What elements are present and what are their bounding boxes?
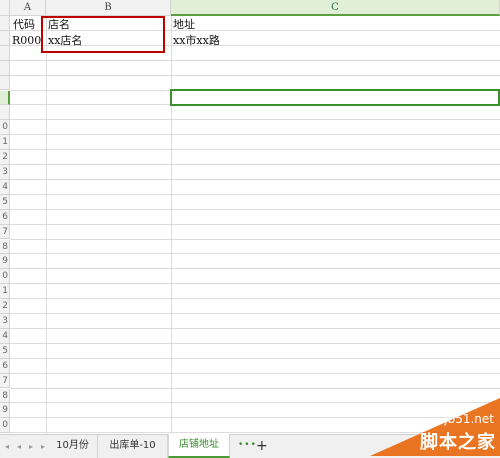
grid-line-horizontal (10, 283, 500, 285)
cell-a2[interactable]: R000 (12, 33, 41, 48)
row-header[interactable]: 2 (0, 299, 10, 314)
highlight-box (41, 16, 165, 53)
grid-line-horizontal (10, 193, 500, 195)
row-header[interactable]: 0 (0, 269, 10, 285)
grid-line-horizontal (10, 298, 500, 300)
row-header[interactable]: 8 (0, 239, 10, 255)
row-header[interactable]: 1 (0, 284, 10, 300)
row-header-label: 0 (2, 271, 8, 282)
select-all-corner[interactable] (0, 0, 10, 16)
row-header[interactable] (0, 30, 10, 46)
row-header-label: 9 (2, 405, 8, 416)
row-header-label: 3 (2, 316, 8, 326)
row-header[interactable]: 6 (0, 209, 10, 225)
row-header-label: 4 (2, 181, 8, 192)
grid-line-horizontal (10, 178, 500, 180)
row-header-label: 0 (2, 420, 8, 431)
row-header[interactable]: 9 (0, 403, 10, 419)
row-header[interactable]: 1 (0, 135, 10, 151)
grid-line-vertical (46, 16, 47, 434)
spreadsheet-grid[interactable]: A B C 012345678901234567890 代码 店名 地址 R00… (0, 0, 500, 434)
row-header[interactable]: 5 (0, 343, 10, 359)
grid-line-horizontal (10, 387, 500, 389)
grid-line-vertical (171, 16, 172, 434)
grid-line-horizontal (10, 149, 500, 151)
tab-chukudan[interactable]: 出库单-10 (98, 435, 168, 458)
row-header[interactable]: 8 (0, 388, 10, 404)
more-sheets-icon[interactable]: ••• (238, 440, 257, 450)
row-header[interactable]: 2 (0, 150, 10, 165)
row-header-label: 6 (2, 360, 8, 371)
row-header-label: 0 (2, 122, 8, 133)
row-header[interactable]: 7 (0, 373, 10, 389)
row-header[interactable]: 3 (0, 165, 10, 180)
row-header[interactable]: 3 (0, 314, 10, 329)
row-header-label: 5 (2, 196, 8, 207)
grid-line-horizontal (10, 74, 500, 76)
row-header[interactable] (0, 90, 10, 106)
row-header[interactable]: 4 (0, 328, 10, 344)
row-header[interactable]: 5 (0, 194, 10, 210)
grid-line-horizontal (10, 342, 500, 344)
prev-sheet-arrow-icon[interactable]: ◂ (14, 441, 24, 453)
row-header-label: 4 (2, 330, 8, 341)
grid-line-horizontal (10, 253, 500, 255)
first-sheet-arrow-icon[interactable]: ◂ (2, 441, 12, 453)
grid-line-horizontal (10, 327, 500, 329)
row-header[interactable]: 6 (0, 358, 10, 374)
row-header[interactable] (0, 75, 10, 91)
row-header-label: 2 (2, 152, 8, 163)
row-header-label: 8 (2, 390, 8, 401)
last-sheet-arrow-icon[interactable]: ▸ (38, 441, 48, 453)
column-header-c[interactable]: C (171, 0, 500, 16)
grid-line-horizontal (10, 357, 500, 359)
cell-c1[interactable]: 地址 (173, 17, 195, 32)
grid-line-horizontal (10, 238, 500, 240)
grid-line-horizontal (10, 223, 500, 225)
row-header-label: 2 (2, 301, 8, 312)
cell-a1[interactable]: 代码 (13, 17, 35, 32)
add-sheet-button[interactable]: + (256, 437, 268, 455)
grid-line-horizontal (10, 119, 500, 121)
row-header-label: 9 (2, 256, 8, 267)
row-header[interactable] (0, 60, 10, 76)
tab-dianpu-dizhi[interactable]: 店铺地址 (168, 434, 230, 458)
grid-line-horizontal (10, 208, 500, 210)
row-header-label: 7 (2, 226, 8, 237)
row-header-label: 5 (2, 345, 8, 356)
grid-line-horizontal (10, 164, 500, 165)
row-header-label: 6 (2, 211, 8, 222)
grid-line-horizontal (10, 59, 500, 61)
row-header[interactable]: 7 (0, 224, 10, 240)
row-header[interactable]: 9 (0, 254, 10, 270)
grid-line-horizontal (10, 372, 500, 374)
cell-c2[interactable]: xx市xx路 (173, 33, 220, 48)
row-header[interactable]: 0 (0, 120, 10, 136)
grid-line-horizontal (10, 268, 500, 270)
watermark-domain: jb51.net (444, 412, 494, 426)
column-header-b[interactable]: B (46, 0, 171, 16)
row-header-label: 1 (2, 137, 8, 148)
grid-line-horizontal (10, 134, 500, 136)
row-header-label: 1 (2, 286, 8, 297)
row-header-label: 7 (2, 375, 8, 386)
row-header[interactable] (0, 16, 10, 31)
watermark-logo: jb51.net 脚本之家 (370, 398, 500, 458)
active-cell-selection[interactable] (170, 89, 500, 106)
tab-10yuefen[interactable]: 10月份 (48, 435, 98, 458)
watermark-name: 脚本之家 (420, 432, 496, 453)
row-header[interactable] (0, 45, 10, 61)
column-header-a[interactable]: A (10, 0, 46, 16)
row-header-label: 3 (2, 167, 8, 177)
grid-line-horizontal (10, 313, 500, 314)
next-sheet-arrow-icon[interactable]: ▸ (26, 441, 36, 453)
row-header[interactable] (0, 105, 10, 121)
row-header[interactable]: 0 (0, 418, 10, 434)
row-header-label: 8 (2, 241, 8, 252)
row-header[interactable]: 4 (0, 179, 10, 195)
